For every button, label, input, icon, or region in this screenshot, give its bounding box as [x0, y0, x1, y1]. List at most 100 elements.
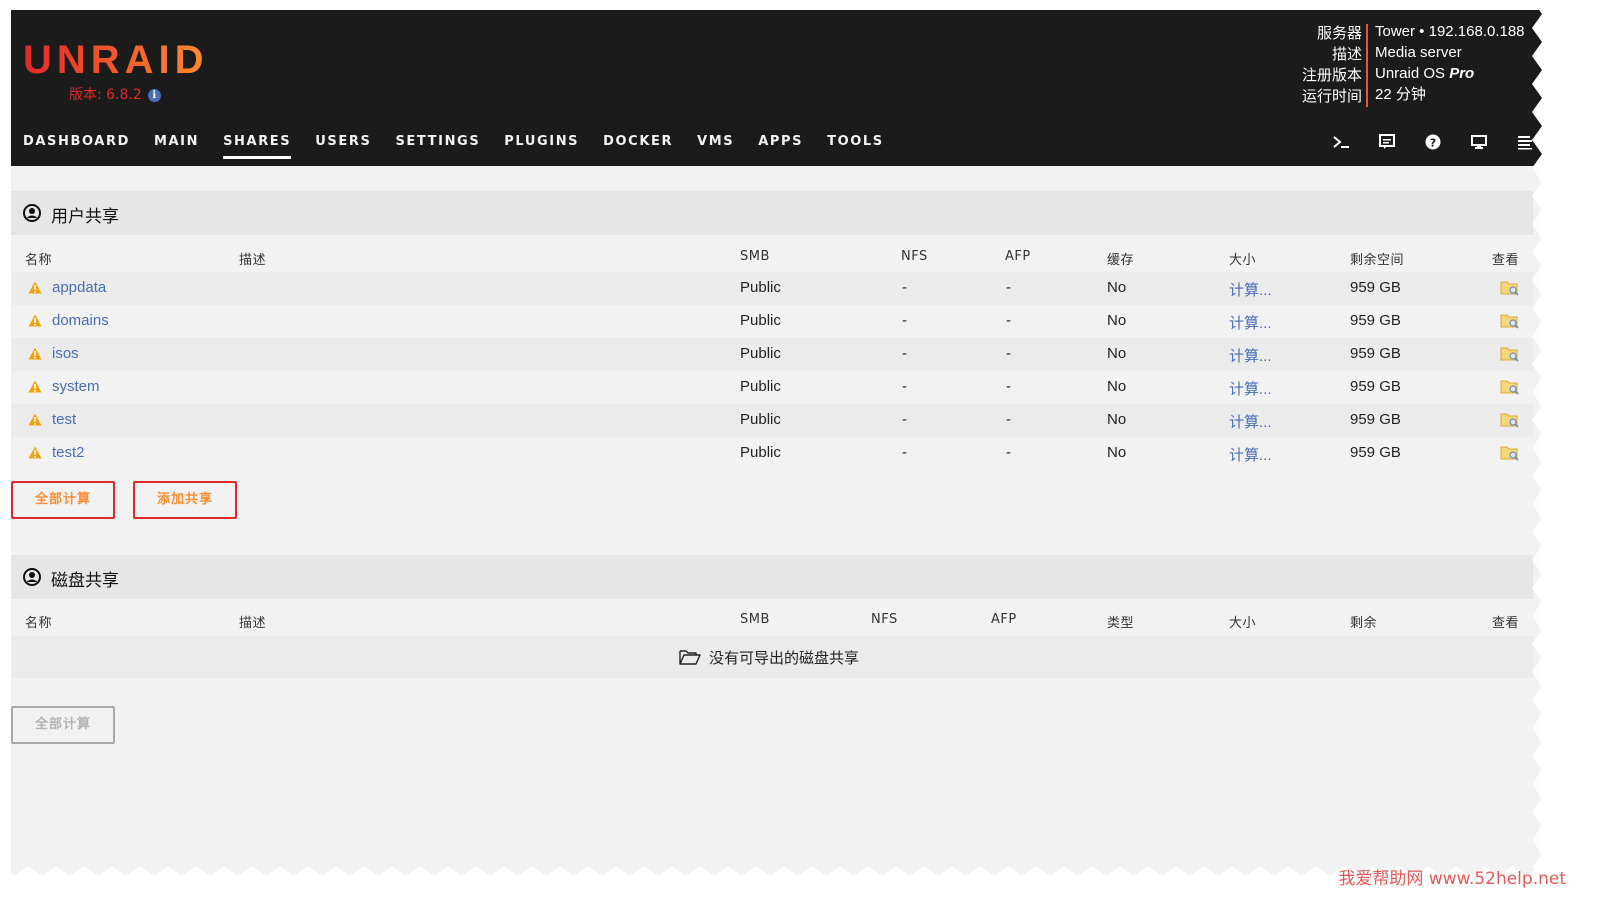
nav-docker[interactable]: DOCKER — [603, 134, 673, 158]
share-name-link[interactable]: appdata — [52, 279, 106, 296]
info-icon[interactable]: i — [147, 89, 161, 102]
share-name-link[interactable]: isos — [52, 345, 79, 362]
browse-folder-icon[interactable] — [1500, 444, 1520, 466]
nav-plugins[interactable]: PLUGINS — [504, 134, 579, 158]
compute-size-link[interactable]: 计算... — [1229, 378, 1272, 399]
cell-free: 959 GB — [1350, 345, 1401, 362]
warning-icon — [28, 347, 42, 364]
share-name-link[interactable]: system — [52, 378, 100, 395]
registration-edition: Pro — [1449, 65, 1475, 82]
share-name-link[interactable]: domains — [52, 312, 109, 329]
col-name: 名称 — [25, 253, 53, 268]
torn-edge-right — [1532, 0, 1558, 880]
nav-tools[interactable]: TOOLS — [827, 134, 884, 158]
col-cache: 缓存 — [1107, 253, 1135, 268]
svg-text:?: ? — [1430, 137, 1436, 150]
cell-cache: No — [1107, 345, 1127, 362]
col-nfs: NFS — [901, 249, 928, 264]
browse-folder-icon[interactable] — [1500, 279, 1520, 301]
disk-col-smb: SMB — [740, 612, 770, 627]
warning-icon — [28, 413, 42, 430]
table-row: domains Public - - No 959 GB 计算... — [11, 305, 1533, 338]
monitor-icon[interactable] — [1456, 128, 1502, 156]
disk-col-size: 大小 — [1229, 616, 1257, 631]
uptime-label: 运行时间 — [1301, 87, 1362, 105]
cell-afp: - — [1006, 312, 1011, 329]
help-icon[interactable]: ? — [1410, 128, 1456, 156]
compute-size-link[interactable]: 计算... — [1229, 411, 1272, 432]
disk-shares-title: 磁盘共享 — [51, 571, 119, 591]
col-smb: SMB — [740, 249, 770, 264]
browse-folder-icon[interactable] — [1500, 411, 1520, 433]
unraid-logo[interactable]: UNRAID — [23, 38, 209, 83]
cell-cache: No — [1107, 279, 1127, 296]
server-label: 服务器 — [1316, 24, 1362, 42]
share-name-link[interactable]: test — [52, 411, 76, 428]
add-share-button[interactable]: 添加共享 — [133, 481, 237, 519]
nav-users[interactable]: USERS — [315, 134, 371, 158]
nav-shares[interactable]: SHARES — [223, 134, 292, 159]
server-description: Media server — [1375, 44, 1462, 61]
cell-cache: No — [1107, 444, 1127, 461]
cell-afp: - — [1006, 444, 1011, 461]
cell-afp: - — [1006, 378, 1011, 395]
disk-shares-header: 磁盘共享 — [11, 555, 1533, 599]
header-bar: UNRAID 版本: 6.8.2 i 服务器 描述 注册版本 运行时间 Tower… — [11, 10, 1548, 166]
disk-col-name: 名称 — [25, 616, 53, 631]
cell-smb: Public — [740, 279, 781, 296]
cell-smb: Public — [740, 444, 781, 461]
registration-value[interactable]: Unraid OS Pro — [1375, 63, 1525, 84]
terminal-icon[interactable] — [1318, 128, 1364, 156]
feedback-icon[interactable] — [1364, 128, 1410, 156]
compute-size-link[interactable]: 计算... — [1229, 279, 1272, 300]
table-row: appdata Public - - No 959 GB 计算... — [11, 272, 1533, 305]
nav-settings[interactable]: SETTINGS — [395, 134, 480, 158]
registration-prefix: Unraid OS — [1375, 65, 1450, 82]
compute-size-link[interactable]: 计算... — [1229, 312, 1272, 333]
version-info: 版本: 6.8.2 i — [69, 84, 161, 104]
cell-cache: No — [1107, 411, 1127, 428]
share-name-link[interactable]: test2 — [52, 444, 85, 461]
empty-message: 没有可导出的磁盘共享 — [709, 649, 860, 667]
cell-smb: Public — [740, 378, 781, 395]
server-info-divider — [1366, 24, 1368, 107]
nav-dashboard[interactable]: DASHBOARD — [23, 134, 130, 158]
warning-icon — [28, 314, 42, 331]
cell-free: 959 GB — [1350, 444, 1401, 461]
cell-nfs: - — [902, 312, 907, 329]
cell-smb: Public — [740, 345, 781, 362]
folder-open-icon — [679, 649, 701, 669]
main-nav: DASHBOARD MAIN SHARES USERS SETTINGS PLU… — [23, 134, 908, 159]
cell-free: 959 GB — [1350, 279, 1401, 296]
cell-nfs: - — [902, 345, 907, 362]
warning-icon — [28, 281, 42, 298]
disk-col-type: 类型 — [1107, 616, 1135, 631]
compute-size-link[interactable]: 计算... — [1229, 444, 1272, 465]
torn-edge-bottom — [0, 866, 1560, 890]
table-row: test Public - - No 959 GB 计算... — [11, 404, 1533, 437]
disk-col-view: 查看 — [1492, 616, 1520, 631]
cell-afp: - — [1006, 411, 1011, 428]
disk-shares-empty-row: 没有可导出的磁盘共享 — [11, 636, 1533, 678]
compute-size-link[interactable]: 计算... — [1229, 345, 1272, 366]
cell-free: 959 GB — [1350, 312, 1401, 329]
table-row: test2 Public - - No 959 GB 计算... — [11, 437, 1533, 470]
browse-folder-icon[interactable] — [1500, 345, 1520, 367]
cell-nfs: - — [902, 279, 907, 296]
compute-all-button[interactable]: 全部计算 — [11, 481, 115, 519]
server-info-labels: 服务器 描述 注册版本 运行时间 — [1302, 23, 1362, 107]
nav-apps[interactable]: APPS — [758, 134, 803, 158]
browse-folder-icon[interactable] — [1500, 312, 1520, 334]
col-afp: AFP — [1005, 249, 1031, 264]
disk-compute-all-button[interactable]: 全部计算 — [11, 706, 115, 744]
nav-main[interactable]: MAIN — [154, 134, 199, 158]
cell-afp: - — [1006, 345, 1011, 362]
col-free: 剩余空间 — [1350, 253, 1405, 268]
cell-cache: No — [1107, 378, 1127, 395]
browse-folder-icon[interactable] — [1500, 378, 1520, 400]
cell-nfs: - — [902, 378, 907, 395]
col-view: 查看 — [1492, 253, 1520, 268]
nav-vms[interactable]: VMS — [697, 134, 734, 158]
table-row: system Public - - No 959 GB 计算... — [11, 371, 1533, 404]
server-name: Tower • 192.168.0.188 — [1375, 23, 1525, 40]
